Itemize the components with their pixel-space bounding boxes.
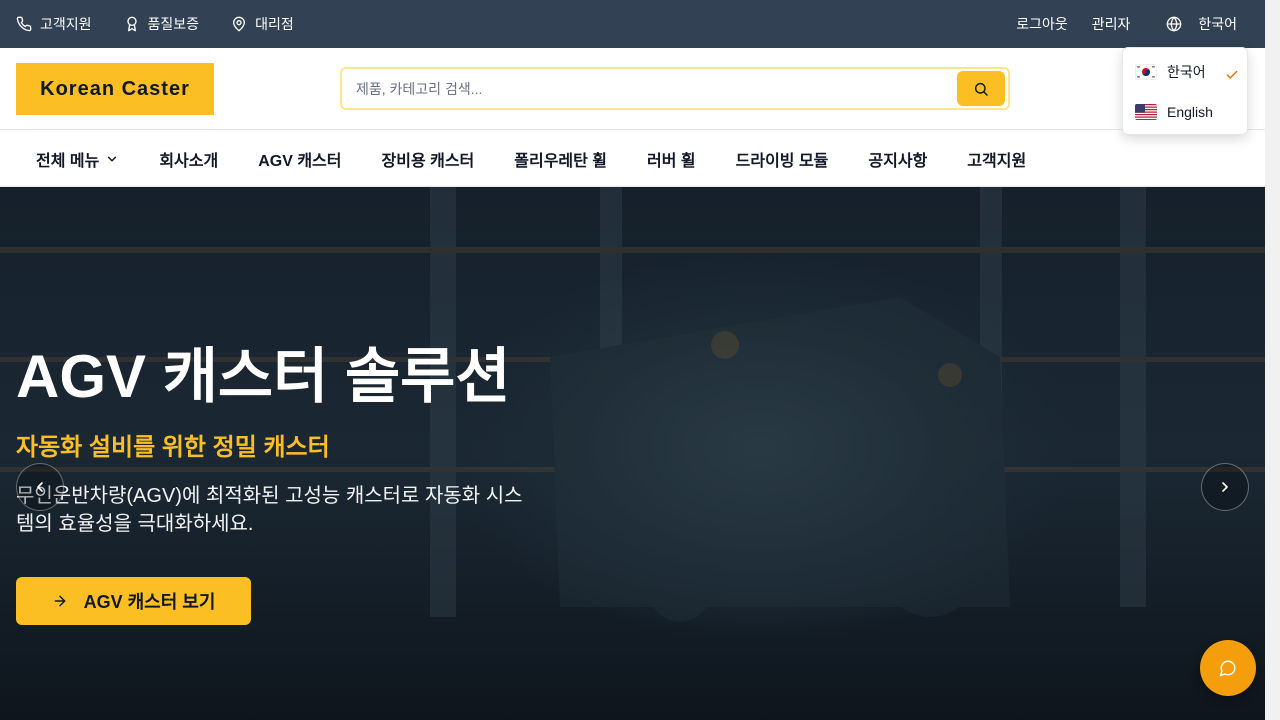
- search-input[interactable]: [356, 69, 956, 108]
- quality-label: 품질보증: [147, 16, 200, 32]
- admin-link[interactable]: 관리자: [1092, 14, 1131, 34]
- globe-icon: [1167, 16, 1182, 32]
- chevron-left-icon: [37, 482, 43, 492]
- logout-link[interactable]: 로그아웃: [1016, 14, 1068, 34]
- dealer-link[interactable]: 대리점: [231, 14, 294, 34]
- language-option-label: 한국어: [1167, 64, 1206, 80]
- arrow-right-icon: [54, 595, 65, 607]
- us-flag-icon: [1135, 104, 1157, 120]
- phone-icon: [16, 16, 32, 32]
- nav-polyurethane-wheel[interactable]: 폴리우레탄 휠: [514, 147, 607, 171]
- nav-support[interactable]: 고객지원: [967, 147, 1026, 171]
- carousel-prev-button[interactable]: [16, 463, 64, 511]
- nav-driving-module[interactable]: 드라이빙 모듈: [736, 147, 829, 171]
- support-label: 고객지원: [40, 16, 92, 32]
- top-utility-bar: 고객지원 품질보증 대리점 로그아웃 관리자 한국어: [0, 0, 1265, 48]
- nav-rubber-wheel[interactable]: 러버 휠: [647, 147, 696, 171]
- hero-description: 무인운반차량(AGV)에 최적화된 고성능 캐스터로 자동화 시스템의 효율성을…: [16, 485, 523, 535]
- nav-company[interactable]: 회사소개: [159, 147, 218, 171]
- language-dropdown: 한국어 English: [1122, 47, 1248, 135]
- chevron-down-icon: [108, 156, 117, 161]
- nav-notice[interactable]: 공지사항: [868, 147, 927, 171]
- nav-agv-caster[interactable]: AGV 캐스터: [258, 147, 341, 171]
- hero-banner: AGV 캐스터 솔루션 자동화 설비를 위한 정밀 캐스터 무인운반차량(AGV…: [0, 187, 1265, 720]
- map-pin-icon: [233, 16, 246, 32]
- korea-flag-icon: [1135, 64, 1157, 80]
- language-option-korean[interactable]: 한국어: [1135, 52, 1245, 92]
- carousel-next-button[interactable]: [1201, 463, 1249, 511]
- chevron-right-icon: [1222, 482, 1228, 492]
- award-icon: [126, 16, 137, 32]
- hero-content: AGV 캐스터 솔루션 자동화 설비를 위한 정밀 캐스터 무인운반차량(AGV…: [16, 347, 616, 538]
- page-scrollbar[interactable]: [1265, 0, 1280, 720]
- language-option-label: English: [1167, 104, 1213, 120]
- message-circle-icon: [1219, 660, 1236, 677]
- search-bar: [340, 67, 1010, 110]
- quality-link[interactable]: 품질보증: [124, 14, 200, 34]
- nav-all-menu[interactable]: 전체 메뉴: [36, 147, 119, 171]
- language-selector[interactable]: 한국어: [1166, 14, 1237, 34]
- nav-equipment-caster[interactable]: 장비용 캐스터: [382, 147, 475, 171]
- check-icon: [1226, 70, 1238, 79]
- support-link[interactable]: 고객지원: [16, 14, 92, 34]
- logo[interactable]: Korean Caster: [16, 63, 214, 115]
- view-agv-caster-button[interactable]: AGV 캐스터 보기: [16, 577, 251, 625]
- search-icon: [974, 82, 988, 96]
- language-label: 한국어: [1198, 16, 1237, 32]
- dealer-label: 대리점: [255, 16, 294, 32]
- nav-label: 전체 메뉴: [36, 152, 100, 170]
- hero-subtitle: 자동화 설비를 위한 정밀 캐스터: [16, 434, 330, 461]
- site-header: Korean Caster: [0, 48, 1265, 130]
- hero-title: AGV 캐스터 솔루션: [16, 343, 511, 410]
- cta-label: AGV 캐스터 보기: [83, 592, 216, 612]
- language-option-english[interactable]: English: [1135, 92, 1245, 132]
- main-nav: 전체 메뉴 회사소개 AGV 캐스터 장비용 캐스터 폴리우레탄 휠 러버 휠 …: [0, 130, 1265, 187]
- chat-button[interactable]: [1200, 640, 1256, 696]
- search-button[interactable]: [957, 71, 1005, 106]
